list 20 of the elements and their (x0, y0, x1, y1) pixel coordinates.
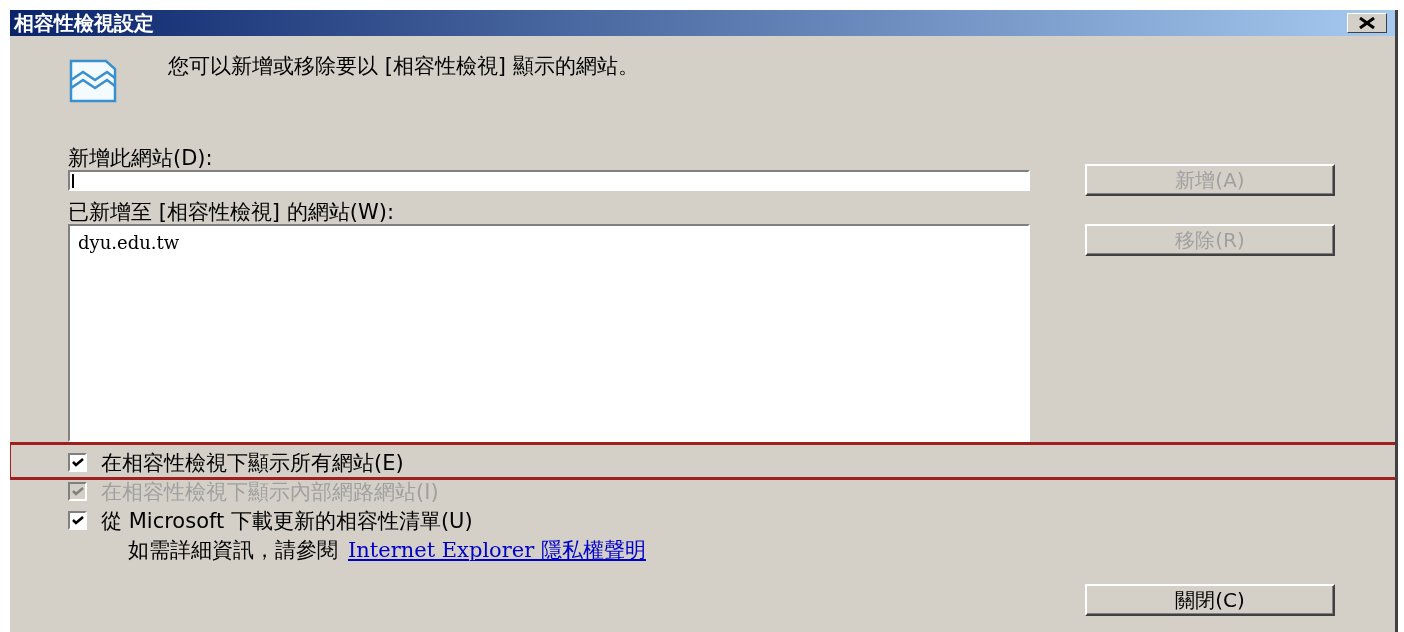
check-icon (71, 515, 84, 526)
info-text: 如需詳細資訊，請參閱 (128, 536, 338, 564)
website-list[interactable]: dyu.edu.tw (68, 224, 1030, 442)
list-label: 已新增至 [相容性檢視] 的網站(W): (68, 200, 395, 224)
checkbox-label: 從 Microsoft 下載更新的相容性清單(U) (101, 507, 473, 535)
checkbox[interactable] (68, 511, 87, 530)
close-icon (1357, 17, 1377, 29)
checkbox-label: 在相容性檢視下顯示所有網站(E) (101, 449, 404, 477)
document-icon (68, 58, 118, 104)
website-input-field[interactable] (68, 170, 1030, 191)
close-dialog-button[interactable]: 關閉(C) (1085, 584, 1335, 616)
list-item[interactable]: dyu.edu.tw (78, 232, 180, 253)
instruction-text: 您可以新增或移除要以 [相容性檢視] 顯示的網站。 (168, 54, 639, 78)
checkbox[interactable] (68, 453, 87, 472)
window-title: 相容性檢視設定 (14, 10, 154, 37)
check-icon (71, 457, 84, 468)
check-icon (71, 486, 84, 497)
privacy-link[interactable]: Internet Explorer 隱私權聲明 (348, 535, 646, 564)
field-label: 新增此網站(D): (68, 146, 214, 170)
close-button[interactable] (1347, 13, 1387, 33)
